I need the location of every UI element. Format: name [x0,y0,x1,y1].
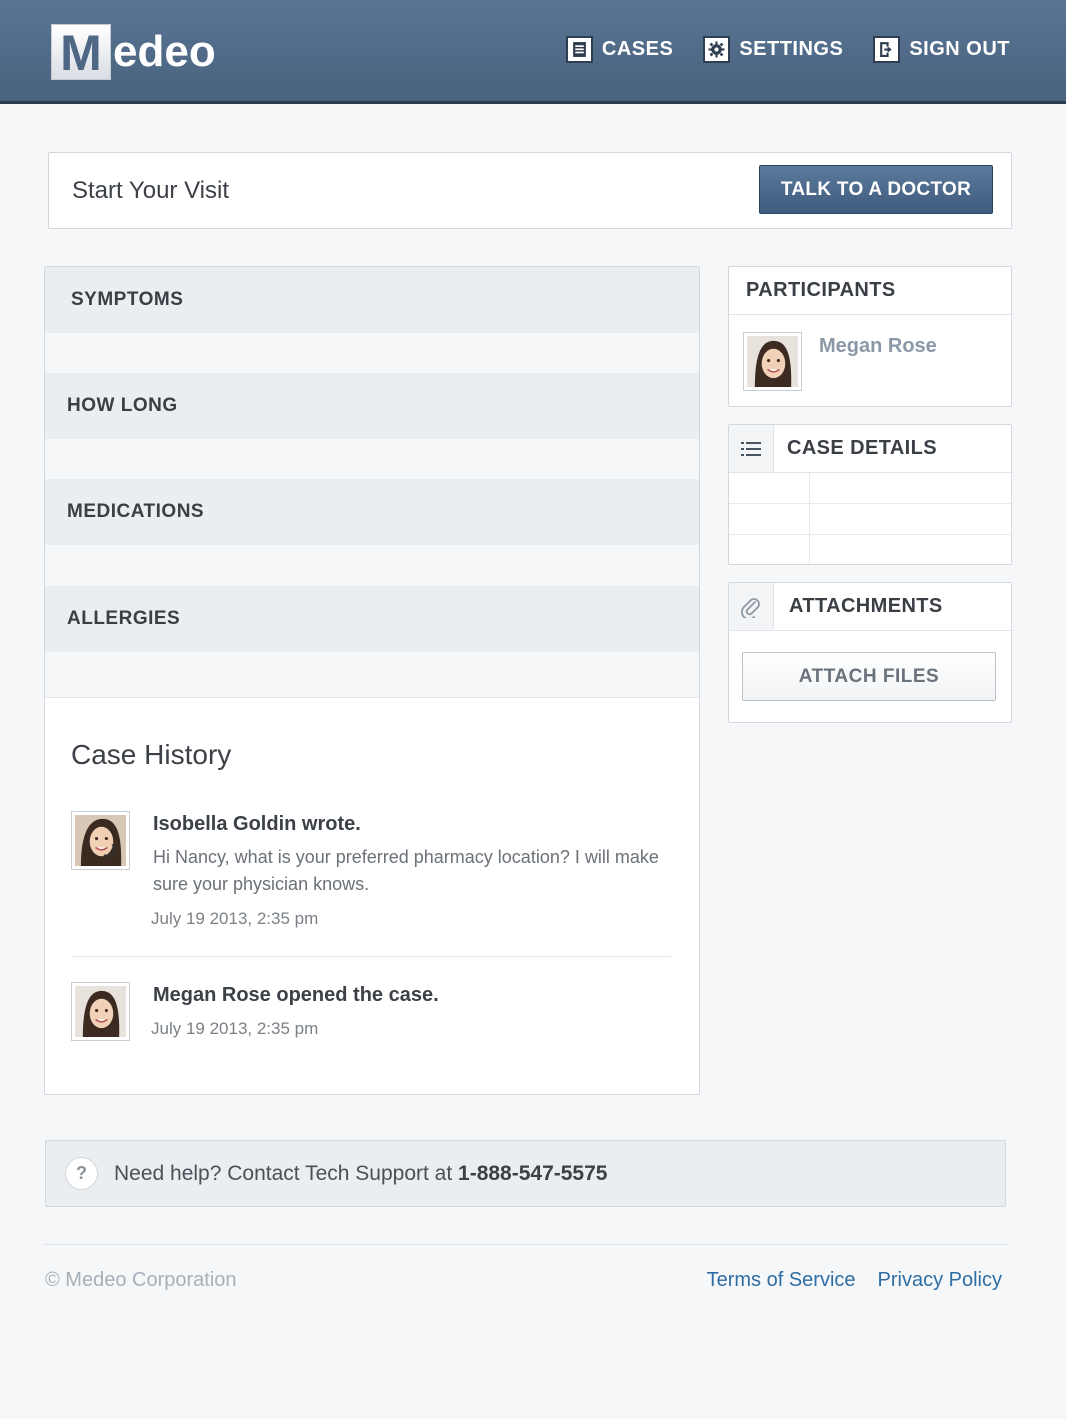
table-row [729,473,1011,504]
table-cell [729,473,810,503]
table-row [729,535,1011,564]
help-text: Need help? Contact Tech Support at 1-888… [114,1162,607,1186]
nav-cases[interactable]: CASES [565,36,674,63]
participant-name[interactable]: Megan Rose [819,335,937,358]
logo-mark: M [51,24,111,81]
footer-links: Terms of Service Privacy Policy [707,1269,1002,1292]
help-bar: ? Need help? Contact Tech Support at 1-8… [45,1140,1006,1207]
question-icon: ? [65,1157,98,1190]
table-cell [729,504,810,534]
top-header: M edeo CASES SETTINGS SIGN OUT [0,0,1066,104]
allergies-input[interactable] [45,652,699,698]
how-long-input[interactable] [45,439,699,479]
participants-card: PARTICIPANTS Megan Rose [728,266,1012,407]
talk-to-doctor-button[interactable]: TALK TO A DOCTOR [759,165,993,214]
attachments-header: ATTACHMENTS [729,583,1011,631]
sign-out-icon [873,36,901,63]
help-message: Need help? Contact Tech Support at [114,1161,459,1185]
history-entry: Megan Rose opened the case. July 19 2013… [71,982,671,1062]
avatar [71,811,130,870]
attachments-card: ATTACHMENTS ATTACH FILES [728,582,1012,723]
how-long-label: HOW LONG [45,373,699,439]
symptoms-label: SYMPTOMS [45,267,699,333]
case-details-card: CASE DETAILS [728,424,1012,565]
history-entry-title: Isobella Goldin wrote. [153,813,361,835]
logo-text: edeo [113,27,216,76]
table-row [729,504,1011,535]
history-entry-title: Megan Rose opened the case. [153,984,439,1006]
attachments-title: ATTACHMENTS [789,595,943,617]
medications-label: MEDICATIONS [45,479,699,545]
gear-icon [703,36,731,63]
history-entry: Isobella Goldin wrote. Hi Nancy, what is… [71,811,671,941]
avatar [743,332,802,391]
paperclip-icon [729,583,774,630]
participant-item[interactable]: Megan Rose [729,315,1011,405]
privacy-policy-link[interactable]: Privacy Policy [878,1269,1002,1292]
main-nav: CASES SETTINGS SIGN OUT [565,36,1010,63]
avatar [71,982,130,1041]
start-visit-bar: Start Your Visit TALK TO A DOCTOR [48,152,1012,229]
participants-title: PARTICIPANTS [729,267,1011,315]
terms-of-service-link[interactable]: Terms of Service [707,1269,856,1292]
history-entry-text: Hi Nancy, what is your preferred pharmac… [153,847,659,894]
history-entry-time: July 19 2013, 2:35 pm [151,1019,319,1038]
footer-divider [44,1244,1008,1245]
table-cell [729,535,810,564]
support-phone[interactable]: 1-888-547-5575 [458,1162,607,1185]
start-visit-title: Start Your Visit [72,177,229,204]
case-history-title: Case History [71,739,232,770]
nav-sign-out-label: SIGN OUT [909,38,1010,60]
medeo-logo[interactable]: M edeo [51,24,216,81]
case-details-table [729,473,1011,564]
case-details-header: CASE DETAILS [729,425,1011,473]
attach-files-button[interactable]: ATTACH FILES [742,652,996,701]
copyright: © Medeo Corporation [45,1269,237,1291]
nav-cases-label: CASES [601,38,674,60]
nav-settings[interactable]: SETTINGS [703,36,843,63]
cases-icon [565,36,593,63]
nav-settings-label: SETTINGS [739,38,844,60]
list-icon [729,425,774,472]
history-divider [71,956,671,957]
medications-input[interactable] [45,545,699,586]
history-entry-time: July 19 2013, 2:35 pm [151,909,319,928]
nav-sign-out[interactable]: SIGN OUT [873,36,1010,63]
attachments-body: ATTACH FILES [729,631,1011,722]
allergies-label: ALLERGIES [45,586,699,652]
symptoms-input[interactable] [45,333,699,373]
visit-form-panel: SYMPTOMS HOW LONG MEDICATIONS ALLERGIES … [44,266,700,1095]
case-details-title: CASE DETAILS [787,437,937,459]
